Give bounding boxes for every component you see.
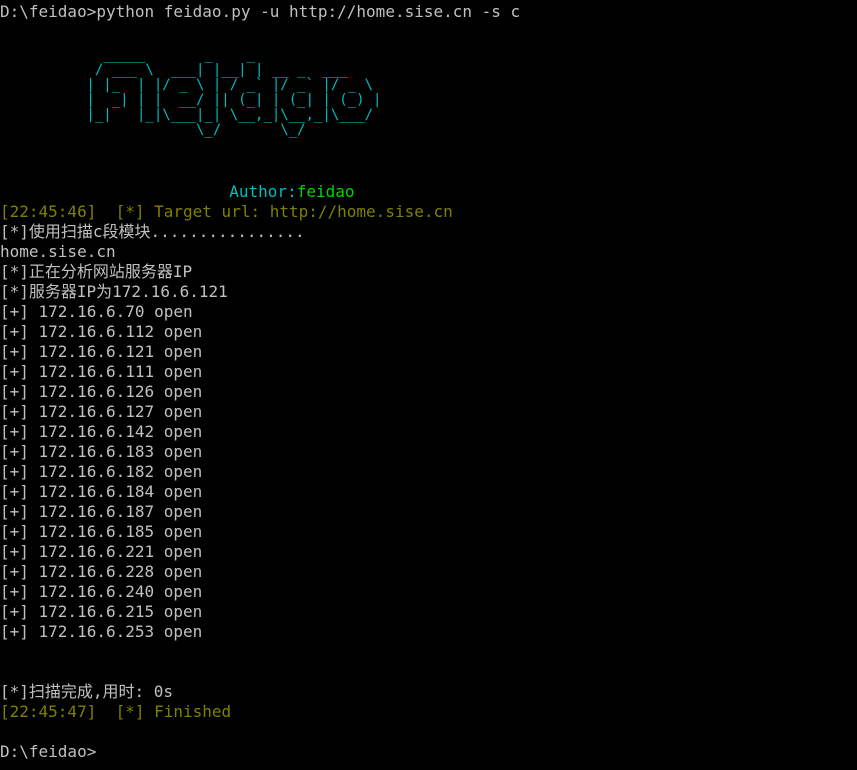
result-line: [+] 172.16.6.121 open bbox=[0, 342, 203, 361]
result-line: [+] 172.16.6.215 open bbox=[0, 602, 203, 621]
result-line: [+] 172.16.6.127 open bbox=[0, 402, 203, 421]
result-line: [+] 172.16.6.221 open bbox=[0, 542, 203, 561]
shell-prompt[interactable]: D:\feidao> bbox=[0, 742, 96, 762]
result-line: [+] 172.16.6.228 open bbox=[0, 562, 203, 581]
result-line: [+] 172.16.6.142 open bbox=[0, 422, 203, 441]
result-line: [+] 172.16.6.187 open bbox=[0, 502, 203, 521]
result-line: [+] 172.16.6.253 open bbox=[0, 622, 203, 641]
result-line: [+] 172.16.6.240 open bbox=[0, 582, 203, 601]
result-line: [+] 172.16.6.111 open bbox=[0, 362, 203, 381]
command-line: D:\feidao>python feidao.py -u http://hom… bbox=[0, 2, 521, 21]
author-line: Author:feidao bbox=[210, 162, 355, 202]
result-line: [+] 172.16.6.70 open bbox=[0, 302, 193, 321]
feidao-ascii-logo: _____ _ _ / ___ \ ___| |__| | __ _ ___ |… bbox=[86, 47, 382, 138]
finished-line: [22:45:47] [*] Finished bbox=[0, 702, 232, 721]
server-ip-line: [*]服务器IP为172.16.6.121 bbox=[0, 282, 228, 301]
scan-done-line: [*]扫描完成,用时: 0s bbox=[0, 682, 174, 701]
author-name: feidao bbox=[296, 182, 355, 201]
result-line: [+] 172.16.6.184 open bbox=[0, 482, 203, 501]
module-line: [*]使用扫描c段模块................ bbox=[0, 222, 305, 241]
result-line: [+] 172.16.6.126 open bbox=[0, 382, 203, 401]
result-line: [+] 172.16.6.183 open bbox=[0, 442, 203, 461]
host-line: home.sise.cn bbox=[0, 242, 116, 261]
console-window[interactable]: { "command_line": "D:\\feidao>python fei… bbox=[0, 0, 857, 770]
analyzing-line: [*]正在分析网站服务器IP bbox=[0, 262, 193, 281]
result-line: [+] 172.16.6.185 open bbox=[0, 522, 203, 541]
author-label: Author: bbox=[229, 182, 297, 201]
result-line: [+] 172.16.6.112 open bbox=[0, 322, 203, 341]
result-line: [+] 172.16.6.182 open bbox=[0, 462, 203, 481]
target-url-line: [22:45:46] [*] Target url: http://home.s… bbox=[0, 202, 453, 221]
